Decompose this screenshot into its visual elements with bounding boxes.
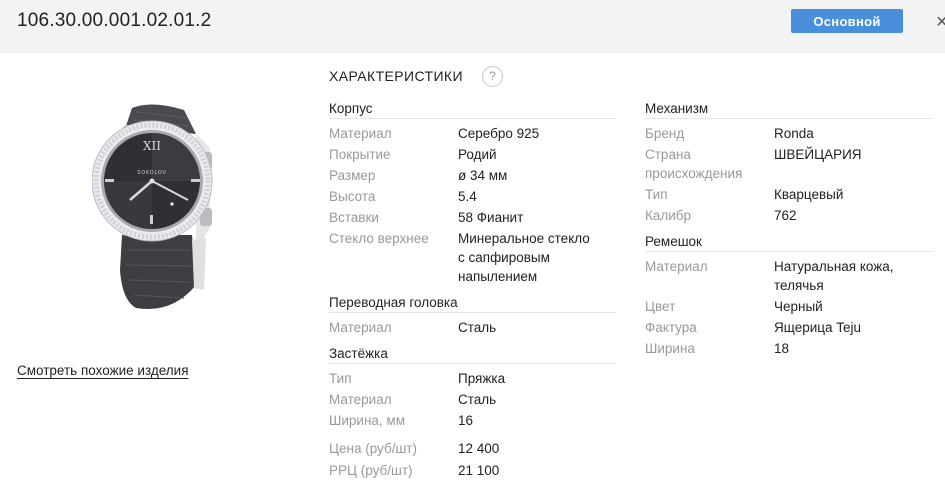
mechanism-label-caliber: Калибр bbox=[645, 208, 692, 223]
case-label-coating: Покрытие bbox=[329, 147, 391, 162]
clasp-value-material: Сталь bbox=[458, 392, 497, 407]
section-title-case: Корпус bbox=[329, 101, 616, 119]
case-value-glass-line3: напылением bbox=[458, 269, 538, 284]
strap-value-color: Черный bbox=[774, 299, 823, 314]
characteristics-title: ХАРАКТЕРИСТИКИ bbox=[329, 68, 463, 84]
product-image[interactable]: XII SOKOLOV bbox=[91, 100, 227, 315]
case-label-glass: Стекло верхнее bbox=[329, 231, 429, 246]
close-icon[interactable]: × bbox=[936, 12, 945, 32]
mechanism-label-type: Тип bbox=[645, 187, 668, 202]
strap-value-material-line1: Натуральная кожа, bbox=[774, 259, 894, 274]
clasp-label-type: Тип bbox=[329, 371, 352, 386]
case-label-height: Высота bbox=[329, 189, 376, 204]
watch-brand-label: SOKOLOV bbox=[137, 170, 167, 176]
header-bar: 106.30.00.001.02.01.2 Основной × bbox=[0, 0, 945, 53]
section-title-strap: Ремешок bbox=[645, 234, 932, 252]
mechanism-value-type: Кварцевый bbox=[774, 187, 844, 202]
mechanism-label-country-line2: происхождения bbox=[645, 166, 743, 181]
case-value-coating: Родий bbox=[458, 147, 497, 162]
help-icon[interactable]: ? bbox=[482, 66, 503, 87]
mechanism-label-brand: Бренд bbox=[645, 126, 685, 141]
strap-label-material: Материал bbox=[645, 259, 708, 274]
case-value-glass-line1: Минеральное стекло bbox=[458, 231, 590, 246]
case-value-height: 5.4 bbox=[458, 189, 477, 204]
price-value: 12 400 bbox=[458, 441, 500, 456]
section-title-mechanism: Механизм bbox=[645, 101, 932, 119]
case-value-size: ø 34 мм bbox=[458, 168, 508, 183]
similar-products-link[interactable]: Смотреть похожие изделия bbox=[17, 363, 189, 378]
rrp-value: 21 100 bbox=[458, 463, 500, 478]
case-label-size: Размер bbox=[329, 168, 376, 183]
strap-label-color: Цвет bbox=[645, 299, 676, 314]
strap-value-texture: Ящерица Teju bbox=[774, 320, 862, 335]
case-value-inserts: 58 Фианит bbox=[458, 210, 524, 225]
clasp-label-material: Материал bbox=[329, 392, 392, 407]
section-title-clasp: Застёжка bbox=[329, 346, 616, 364]
crown-value-material: Сталь bbox=[458, 320, 497, 335]
main-button[interactable]: Основной bbox=[791, 9, 903, 33]
crown-label-material: Материал bbox=[329, 320, 392, 335]
product-sku: 106.30.00.001.02.01.2 bbox=[17, 10, 212, 31]
case-label-material: Материал bbox=[329, 126, 392, 141]
svg-text:XII: XII bbox=[143, 139, 161, 153]
strap-label-texture: Фактура bbox=[645, 320, 697, 335]
strap-value-material-line2: телячья bbox=[774, 278, 824, 293]
clasp-value-width: 16 bbox=[458, 413, 474, 428]
mechanism-value-caliber: 762 bbox=[774, 208, 797, 223]
case-value-material: Серебро 925 bbox=[458, 126, 540, 141]
price-label: Цена (руб/шт) bbox=[329, 441, 417, 456]
case-label-inserts: Вставки bbox=[329, 210, 379, 225]
watch-icon: XII SOKOLOV bbox=[91, 104, 213, 310]
mechanism-label-country-line1: Страна bbox=[645, 147, 691, 162]
strap-value-width: 18 bbox=[774, 341, 790, 356]
mechanism-value-brand: Ronda bbox=[774, 126, 814, 141]
rrp-label: РРЦ (руб/шт) bbox=[329, 463, 413, 478]
clasp-label-width: Ширина, мм bbox=[329, 413, 405, 428]
case-value-glass-line2: с сапфировым bbox=[458, 250, 550, 265]
mechanism-value-country: ШВЕЙЦАРИЯ bbox=[774, 147, 862, 162]
clasp-value-type: Пряжка bbox=[458, 371, 506, 386]
section-title-crown: Переводная головка bbox=[329, 295, 616, 313]
strap-label-width: Ширина bbox=[645, 341, 695, 356]
